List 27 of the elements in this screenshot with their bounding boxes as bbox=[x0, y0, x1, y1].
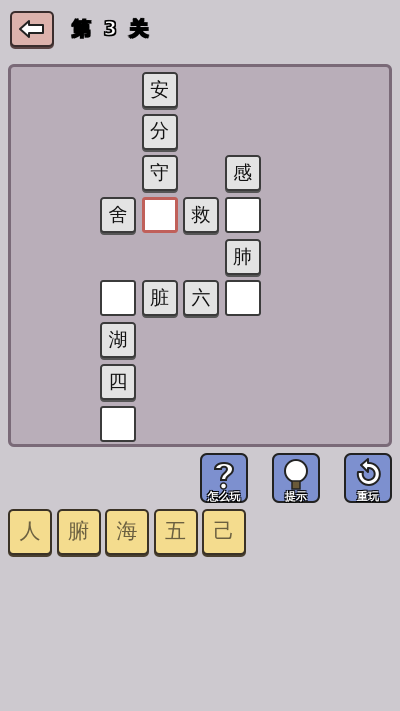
character-tile: 感 bbox=[224, 155, 260, 192]
character-tile: 肺 bbox=[224, 238, 260, 275]
back-button[interactable] bbox=[10, 11, 54, 47]
answer-slot[interactable] bbox=[100, 406, 136, 442]
level-title: 第 3 关 bbox=[72, 16, 150, 42]
character-tile: 分 bbox=[142, 114, 178, 150]
character-tile: 救 bbox=[183, 197, 219, 234]
character-tile: 守 bbox=[142, 155, 178, 192]
character-tile: 湖 bbox=[100, 322, 136, 358]
character-choice[interactable]: 腑 bbox=[56, 509, 100, 555]
action-button[interactable]: 怎么玩 bbox=[200, 453, 248, 503]
character-tile: 四 bbox=[100, 364, 136, 400]
back-arrow-icon bbox=[18, 19, 46, 39]
answer-slot[interactable] bbox=[224, 280, 260, 316]
character-tile: 六 bbox=[183, 280, 219, 316]
character-choice[interactable]: 五 bbox=[154, 509, 198, 555]
character-choice[interactable]: 海 bbox=[105, 509, 149, 555]
character-tile: 舍 bbox=[100, 197, 136, 234]
character-tile: 安 bbox=[142, 72, 178, 108]
answer-slot[interactable] bbox=[224, 197, 260, 234]
action-button[interactable]: 重玩 bbox=[344, 453, 392, 503]
answer-slot[interactable] bbox=[100, 280, 136, 316]
lightbulb-icon bbox=[282, 458, 310, 492]
action-button[interactable]: 提示 bbox=[272, 453, 320, 503]
character-choice[interactable]: 己 bbox=[202, 509, 246, 555]
character-choice[interactable]: 人 bbox=[8, 509, 52, 555]
character-tile: 脏 bbox=[142, 280, 178, 316]
